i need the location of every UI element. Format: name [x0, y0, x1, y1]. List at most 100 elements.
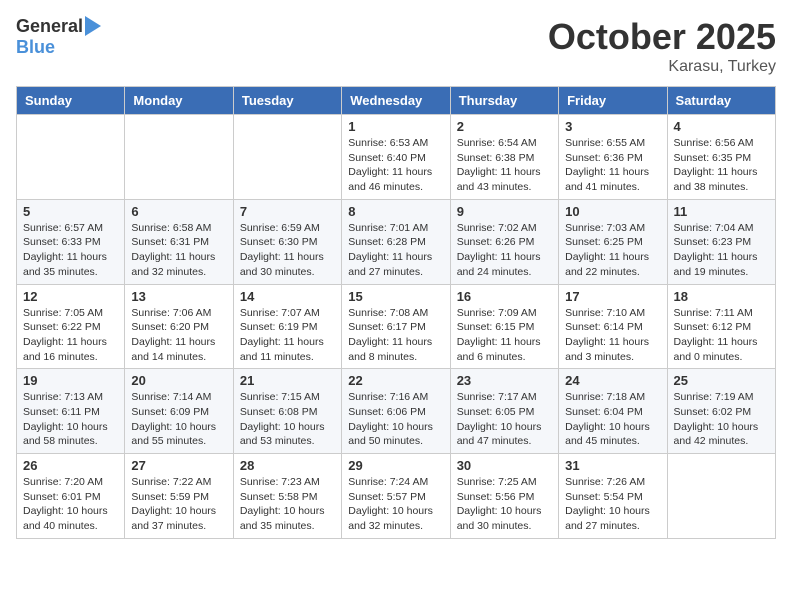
day-info: Sunrise: 7:09 AM Sunset: 6:15 PM Dayligh… [457, 306, 552, 365]
day-number: 8 [348, 204, 443, 219]
day-number: 17 [565, 289, 660, 304]
day-cell: 5 Sunrise: 6:57 AM Sunset: 6:33 PM Dayli… [17, 199, 125, 284]
day-cell: 9 Sunrise: 7:02 AM Sunset: 6:26 PM Dayli… [450, 199, 558, 284]
day-number: 20 [131, 373, 226, 388]
day-number: 24 [565, 373, 660, 388]
day-number: 19 [23, 373, 118, 388]
day-cell: 13 Sunrise: 7:06 AM Sunset: 6:20 PM Dayl… [125, 284, 233, 369]
month-title: October 2025 [548, 16, 776, 58]
weekday-header-saturday: Saturday [667, 87, 775, 115]
day-info: Sunrise: 6:58 AM Sunset: 6:31 PM Dayligh… [131, 221, 226, 280]
day-number: 5 [23, 204, 118, 219]
day-cell: 12 Sunrise: 7:05 AM Sunset: 6:22 PM Dayl… [17, 284, 125, 369]
weekday-header-sunday: Sunday [17, 87, 125, 115]
week-row-2: 5 Sunrise: 6:57 AM Sunset: 6:33 PM Dayli… [17, 199, 776, 284]
day-number: 2 [457, 119, 552, 134]
day-info: Sunrise: 7:10 AM Sunset: 6:14 PM Dayligh… [565, 306, 660, 365]
day-cell: 22 Sunrise: 7:16 AM Sunset: 6:06 PM Dayl… [342, 369, 450, 454]
day-cell: 3 Sunrise: 6:55 AM Sunset: 6:36 PM Dayli… [559, 115, 667, 200]
day-cell: 25 Sunrise: 7:19 AM Sunset: 6:02 PM Dayl… [667, 369, 775, 454]
day-cell: 15 Sunrise: 7:08 AM Sunset: 6:17 PM Dayl… [342, 284, 450, 369]
day-info: Sunrise: 6:59 AM Sunset: 6:30 PM Dayligh… [240, 221, 335, 280]
day-cell: 21 Sunrise: 7:15 AM Sunset: 6:08 PM Dayl… [233, 369, 341, 454]
week-row-5: 26 Sunrise: 7:20 AM Sunset: 6:01 PM Dayl… [17, 454, 776, 539]
day-cell: 27 Sunrise: 7:22 AM Sunset: 5:59 PM Dayl… [125, 454, 233, 539]
day-number: 18 [674, 289, 769, 304]
day-number: 10 [565, 204, 660, 219]
day-cell: 7 Sunrise: 6:59 AM Sunset: 6:30 PM Dayli… [233, 199, 341, 284]
day-info: Sunrise: 7:05 AM Sunset: 6:22 PM Dayligh… [23, 306, 118, 365]
day-info: Sunrise: 7:24 AM Sunset: 5:57 PM Dayligh… [348, 475, 443, 534]
day-info: Sunrise: 7:06 AM Sunset: 6:20 PM Dayligh… [131, 306, 226, 365]
day-info: Sunrise: 6:56 AM Sunset: 6:35 PM Dayligh… [674, 136, 769, 195]
day-number: 15 [348, 289, 443, 304]
day-cell: 29 Sunrise: 7:24 AM Sunset: 5:57 PM Dayl… [342, 454, 450, 539]
week-row-1: 1 Sunrise: 6:53 AM Sunset: 6:40 PM Dayli… [17, 115, 776, 200]
weekday-header-row: SundayMondayTuesdayWednesdayThursdayFrid… [17, 87, 776, 115]
day-info: Sunrise: 7:20 AM Sunset: 6:01 PM Dayligh… [23, 475, 118, 534]
day-number: 23 [457, 373, 552, 388]
day-cell: 11 Sunrise: 7:04 AM Sunset: 6:23 PM Dayl… [667, 199, 775, 284]
day-number: 6 [131, 204, 226, 219]
title-block: October 2025 Karasu, Turkey [548, 16, 776, 76]
logo-arrow-icon [85, 16, 101, 36]
day-cell: 6 Sunrise: 6:58 AM Sunset: 6:31 PM Dayli… [125, 199, 233, 284]
day-info: Sunrise: 7:02 AM Sunset: 6:26 PM Dayligh… [457, 221, 552, 280]
week-row-3: 12 Sunrise: 7:05 AM Sunset: 6:22 PM Dayl… [17, 284, 776, 369]
day-cell: 10 Sunrise: 7:03 AM Sunset: 6:25 PM Dayl… [559, 199, 667, 284]
day-info: Sunrise: 7:19 AM Sunset: 6:02 PM Dayligh… [674, 390, 769, 449]
day-cell: 18 Sunrise: 7:11 AM Sunset: 6:12 PM Dayl… [667, 284, 775, 369]
day-number: 29 [348, 458, 443, 473]
location-title: Karasu, Turkey [548, 58, 776, 76]
day-info: Sunrise: 7:15 AM Sunset: 6:08 PM Dayligh… [240, 390, 335, 449]
day-info: Sunrise: 7:14 AM Sunset: 6:09 PM Dayligh… [131, 390, 226, 449]
day-number: 11 [674, 204, 769, 219]
day-cell: 8 Sunrise: 7:01 AM Sunset: 6:28 PM Dayli… [342, 199, 450, 284]
logo-blue-text: Blue [16, 37, 55, 58]
day-cell: 4 Sunrise: 6:56 AM Sunset: 6:35 PM Dayli… [667, 115, 775, 200]
calendar-table: SundayMondayTuesdayWednesdayThursdayFrid… [16, 86, 776, 539]
day-number: 4 [674, 119, 769, 134]
day-number: 13 [131, 289, 226, 304]
day-info: Sunrise: 7:01 AM Sunset: 6:28 PM Dayligh… [348, 221, 443, 280]
day-number: 30 [457, 458, 552, 473]
day-number: 22 [348, 373, 443, 388]
day-cell: 23 Sunrise: 7:17 AM Sunset: 6:05 PM Dayl… [450, 369, 558, 454]
day-info: Sunrise: 6:53 AM Sunset: 6:40 PM Dayligh… [348, 136, 443, 195]
logo: General Blue [16, 16, 101, 58]
day-number: 1 [348, 119, 443, 134]
day-info: Sunrise: 7:13 AM Sunset: 6:11 PM Dayligh… [23, 390, 118, 449]
day-cell: 16 Sunrise: 7:09 AM Sunset: 6:15 PM Dayl… [450, 284, 558, 369]
day-number: 27 [131, 458, 226, 473]
day-info: Sunrise: 7:23 AM Sunset: 5:58 PM Dayligh… [240, 475, 335, 534]
weekday-header-wednesday: Wednesday [342, 87, 450, 115]
weekday-header-tuesday: Tuesday [233, 87, 341, 115]
day-info: Sunrise: 7:03 AM Sunset: 6:25 PM Dayligh… [565, 221, 660, 280]
day-number: 28 [240, 458, 335, 473]
day-info: Sunrise: 7:07 AM Sunset: 6:19 PM Dayligh… [240, 306, 335, 365]
day-cell [667, 454, 775, 539]
day-number: 16 [457, 289, 552, 304]
day-info: Sunrise: 6:55 AM Sunset: 6:36 PM Dayligh… [565, 136, 660, 195]
day-info: Sunrise: 7:18 AM Sunset: 6:04 PM Dayligh… [565, 390, 660, 449]
day-cell: 24 Sunrise: 7:18 AM Sunset: 6:04 PM Dayl… [559, 369, 667, 454]
weekday-header-thursday: Thursday [450, 87, 558, 115]
day-cell: 28 Sunrise: 7:23 AM Sunset: 5:58 PM Dayl… [233, 454, 341, 539]
day-cell: 14 Sunrise: 7:07 AM Sunset: 6:19 PM Dayl… [233, 284, 341, 369]
day-info: Sunrise: 7:04 AM Sunset: 6:23 PM Dayligh… [674, 221, 769, 280]
day-info: Sunrise: 6:54 AM Sunset: 6:38 PM Dayligh… [457, 136, 552, 195]
day-number: 31 [565, 458, 660, 473]
day-info: Sunrise: 7:26 AM Sunset: 5:54 PM Dayligh… [565, 475, 660, 534]
day-cell: 17 Sunrise: 7:10 AM Sunset: 6:14 PM Dayl… [559, 284, 667, 369]
day-info: Sunrise: 6:57 AM Sunset: 6:33 PM Dayligh… [23, 221, 118, 280]
day-info: Sunrise: 7:17 AM Sunset: 6:05 PM Dayligh… [457, 390, 552, 449]
day-cell: 19 Sunrise: 7:13 AM Sunset: 6:11 PM Dayl… [17, 369, 125, 454]
day-number: 21 [240, 373, 335, 388]
day-number: 9 [457, 204, 552, 219]
day-number: 25 [674, 373, 769, 388]
day-info: Sunrise: 7:08 AM Sunset: 6:17 PM Dayligh… [348, 306, 443, 365]
logo-general-text: General [16, 16, 83, 37]
day-cell: 2 Sunrise: 6:54 AM Sunset: 6:38 PM Dayli… [450, 115, 558, 200]
day-number: 7 [240, 204, 335, 219]
day-cell [125, 115, 233, 200]
